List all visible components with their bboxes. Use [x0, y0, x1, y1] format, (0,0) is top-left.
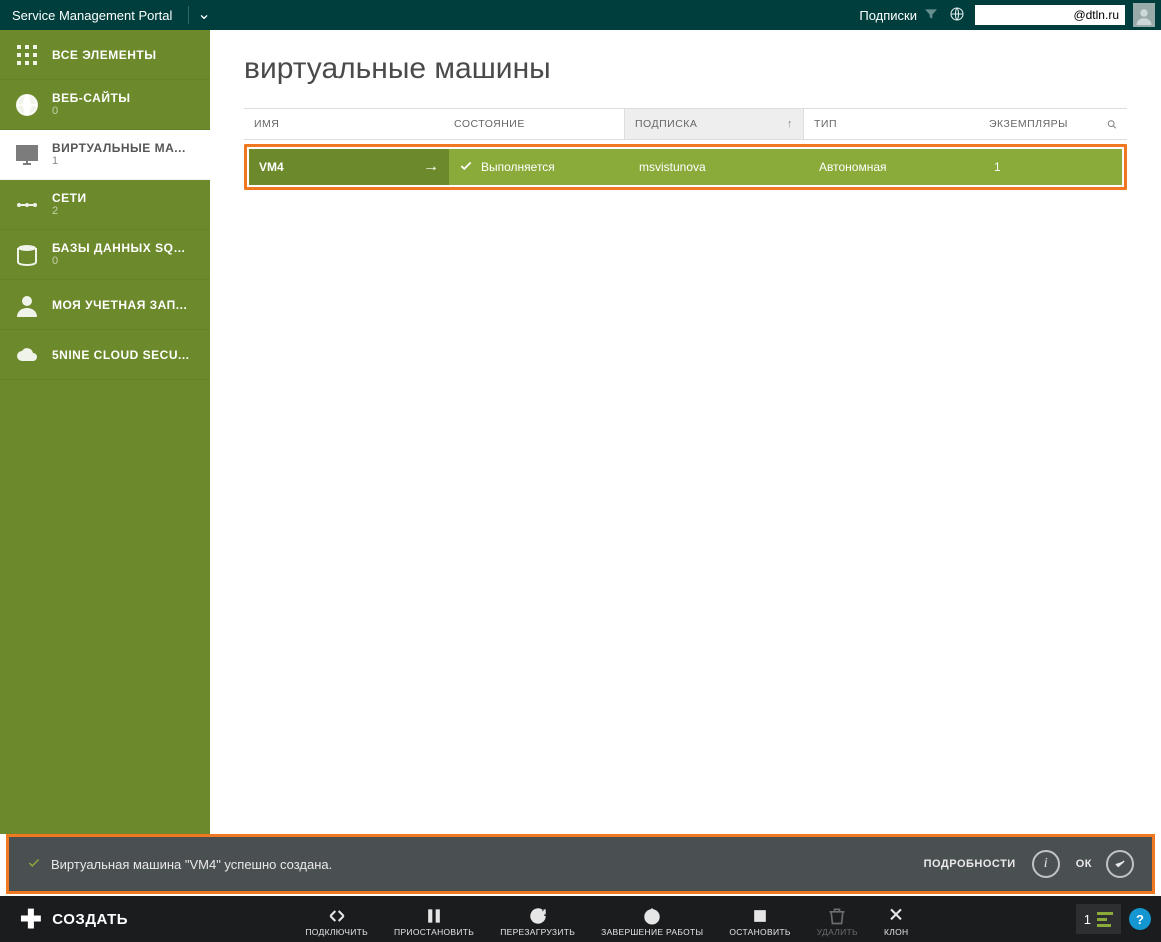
vm-name: VM4	[259, 160, 284, 174]
sidebar-item-virtual-machines[interactable]: ВИРТУАЛЬНЫЕ МА...1	[0, 130, 210, 180]
network-icon	[12, 193, 42, 217]
stop-icon	[750, 905, 770, 927]
person-icon	[12, 293, 42, 317]
header-bar: Service Management Portal ⌄ Подписки @dt…	[0, 0, 1161, 30]
info-icon[interactable]: i	[1032, 850, 1060, 878]
ok-button-label[interactable]: ОК	[1076, 858, 1092, 870]
table-row[interactable]: VM4 → Выполняется msvistunova Автономная…	[249, 149, 1122, 185]
database-icon	[12, 243, 42, 267]
grid-header: ИМЯ СОСТОЯНИЕ ПОДПИСКА ↑ ТИП ЭКЗЕМПЛЯРЫ	[244, 108, 1127, 140]
notification-highlight: Виртуальная машина "VM4" успешно создана…	[6, 834, 1155, 894]
check-icon	[459, 159, 473, 176]
pause-icon	[424, 905, 444, 927]
restart-icon	[528, 905, 548, 927]
cell-name[interactable]: VM4 →	[249, 149, 449, 185]
filter-icon[interactable]	[923, 6, 939, 25]
action-connect[interactable]: ПОДКЛЮЧИТЬ	[305, 901, 368, 937]
plus-icon: ✚	[20, 906, 42, 932]
grid-search-icon[interactable]	[1097, 109, 1127, 139]
subscriptions-link[interactable]: Подписки	[859, 8, 917, 23]
col-instances[interactable]: ЭКЗЕМПЛЯРЫ	[979, 109, 1097, 139]
cell-state: Выполняется	[449, 149, 629, 185]
details-button[interactable]: ПОДРОБНОСТИ	[924, 858, 1016, 870]
power-icon	[642, 905, 662, 927]
sort-asc-icon: ↑	[787, 118, 793, 130]
monitor-icon	[12, 143, 42, 167]
command-bar: ✚ СОЗДАТЬ ПОДКЛЮЧИТЬ ПРИОСТАНОВИТЬ ПЕРЕЗ…	[0, 896, 1161, 942]
vm-grid: ИМЯ СОСТОЯНИЕ ПОДПИСКА ↑ ТИП ЭКЗЕМПЛЯРЫ …	[244, 108, 1127, 194]
col-type[interactable]: ТИП	[804, 109, 979, 139]
sidebar-item-label: ВЕБ-САЙТЫ	[52, 91, 131, 105]
action-shutdown[interactable]: ЗАВЕРШЕНИЕ РАБОТЫ	[601, 901, 703, 937]
notification-bar: Виртуальная машина "VM4" успешно создана…	[9, 837, 1152, 891]
ok-check-icon[interactable]	[1106, 850, 1134, 878]
globe-icon	[12, 93, 42, 117]
chevron-down-icon[interactable]: ⌄	[197, 7, 210, 23]
notifications-count: 1	[1084, 912, 1091, 927]
action-restart[interactable]: ПЕРЕЗАГРУЗИТЬ	[500, 901, 575, 937]
notifications-badge[interactable]: 1	[1076, 904, 1121, 934]
cell-type: Автономная	[809, 149, 984, 185]
arrow-right-icon[interactable]: →	[423, 158, 439, 176]
header-separator	[188, 6, 189, 24]
trash-icon	[827, 905, 847, 927]
grid-icon	[12, 43, 42, 67]
create-button[interactable]: ✚ СОЗДАТЬ	[0, 896, 148, 942]
col-name[interactable]: ИМЯ	[244, 109, 444, 139]
avatar-icon[interactable]	[1133, 3, 1155, 27]
sidebar: ВСЕ ЭЛЕМЕНТЫ ВЕБ-САЙТЫ0 ВИРТУАЛЬНЫЕ МА..…	[0, 30, 210, 834]
create-label: СОЗДАТЬ	[52, 911, 128, 928]
col-subscription-label: ПОДПИСКА	[635, 118, 697, 130]
page-title: виртуальные машины	[244, 52, 1127, 86]
globe-icon[interactable]	[949, 6, 965, 25]
success-check-icon	[27, 856, 41, 873]
action-stop[interactable]: ОСТАНОВИТЬ	[729, 901, 790, 937]
sidebar-item-networks[interactable]: СЕТИ2	[0, 180, 210, 230]
sidebar-item-label: БАЗЫ ДАННЫХ SQL...	[52, 241, 192, 255]
cloud-shield-icon	[12, 343, 42, 367]
sidebar-item-label: СЕТИ	[52, 191, 87, 205]
action-delete: УДАЛИТЬ	[817, 901, 858, 937]
user-email[interactable]: @dtln.ru	[975, 5, 1125, 25]
cell-subscription: msvistunova	[629, 149, 809, 185]
connect-icon	[327, 905, 347, 927]
col-state[interactable]: СОСТОЯНИЕ	[444, 109, 624, 139]
notification-message: Виртуальная машина "VM4" успешно создана…	[51, 857, 332, 872]
sidebar-item-label: 5NINE CLOUD SECU...	[52, 348, 190, 362]
bars-icon	[1097, 912, 1113, 927]
vm-state: Выполняется	[481, 160, 555, 174]
sidebar-item-all-elements[interactable]: ВСЕ ЭЛЕМЕНТЫ	[0, 30, 210, 80]
sidebar-item-my-account[interactable]: МОЯ УЧЕТНАЯ ЗАП...	[0, 280, 210, 330]
highlighted-row-frame: VM4 → Выполняется msvistunova Автономная…	[244, 144, 1127, 190]
help-button[interactable]: ?	[1129, 908, 1151, 930]
sidebar-item-label: ВСЕ ЭЛЕМЕНТЫ	[52, 48, 156, 62]
action-pause[interactable]: ПРИОСТАНОВИТЬ	[394, 901, 474, 937]
portal-title: Service Management Portal	[12, 8, 172, 23]
main-content: виртуальные машины ИМЯ СОСТОЯНИЕ ПОДПИСК…	[210, 30, 1161, 834]
sidebar-item-5nine[interactable]: 5NINE CLOUD SECU...	[0, 330, 210, 380]
col-subscription[interactable]: ПОДПИСКА ↑	[624, 109, 804, 139]
user-email-text: @dtln.ru	[1073, 8, 1119, 22]
cell-instances: 1	[984, 149, 1122, 185]
sidebar-item-label: МОЯ УЧЕТНАЯ ЗАП...	[52, 298, 187, 312]
sidebar-item-sql-databases[interactable]: БАЗЫ ДАННЫХ SQL...0	[0, 230, 210, 280]
sidebar-item-label: ВИРТУАЛЬНЫЕ МА...	[52, 141, 186, 155]
sidebar-item-websites[interactable]: ВЕБ-САЙТЫ0	[0, 80, 210, 130]
clone-icon	[886, 905, 906, 927]
action-clone[interactable]: КЛОН	[884, 901, 908, 937]
